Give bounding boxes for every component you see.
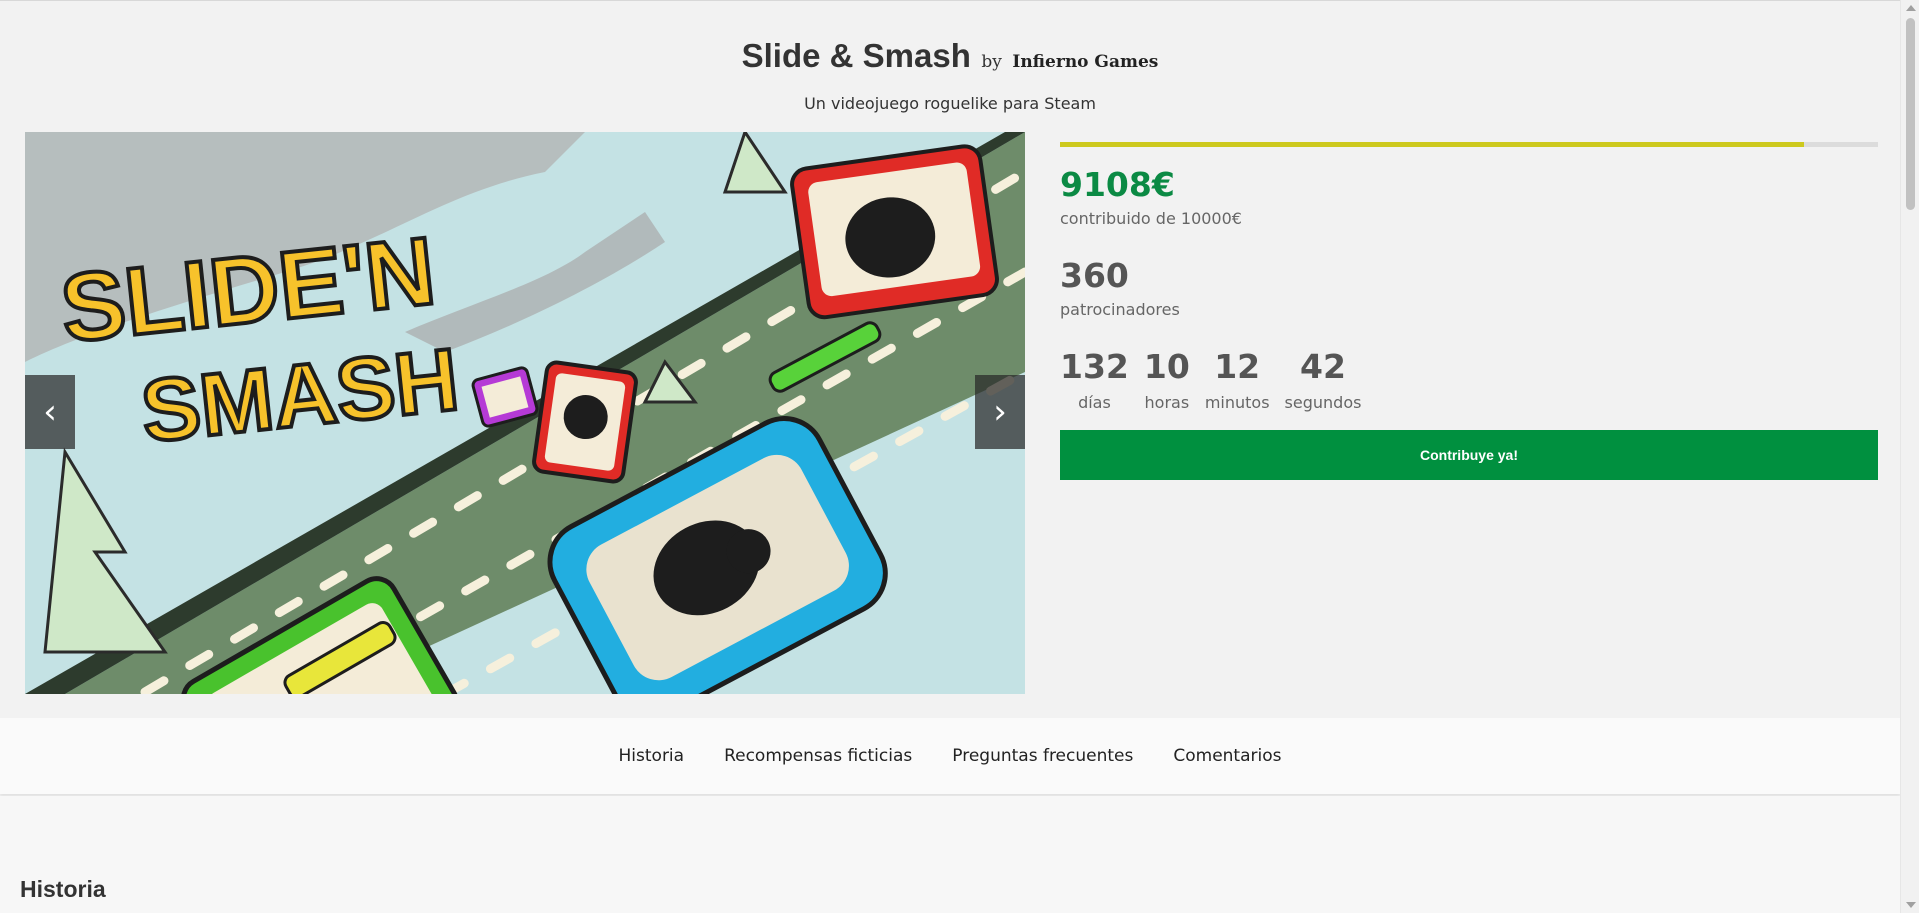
by-label: by (981, 52, 1002, 72)
scroll-down-icon[interactable] (1906, 902, 1916, 908)
project-subtitle: Un videojuego roguelike para Steam (804, 94, 1096, 113)
page-title: Slide & Smash (741, 37, 971, 74)
funding-progress-bar (1060, 142, 1878, 147)
section-tabs: Historia Recompensas ficticias Preguntas… (0, 718, 1900, 794)
page: Slide & Smash by Infierno Games Un video… (0, 0, 1900, 913)
countdown-hours: 10 horas (1144, 347, 1190, 412)
top-border (0, 0, 1900, 1)
tab-preguntas[interactable]: Preguntas frecuentes (952, 746, 1133, 766)
tab-historia[interactable]: Historia (619, 746, 685, 766)
tab-recompensas[interactable]: Recompensas ficticias (724, 746, 912, 766)
contribute-button[interactable]: Contribuye ya! (1060, 430, 1878, 480)
amount-goal-label: contribuido de 10000€ (1060, 209, 1242, 228)
countdown-value: 42 (1300, 347, 1346, 386)
campaign-stats: 9108€ contribuido de 10000€ 360 patrocin… (1060, 142, 1878, 480)
studio-name: Infierno Games (1012, 52, 1159, 72)
countdown-value: 12 (1214, 347, 1261, 386)
countdown-seconds: 42 segundos (1285, 347, 1362, 412)
carousel-next-button[interactable]: › (975, 375, 1025, 449)
backers-label: patrocinadores (1060, 300, 1180, 319)
tab-comentarios[interactable]: Comentarios (1173, 746, 1281, 766)
countdown-minutes: 12 minutos (1205, 347, 1270, 412)
project-header: Slide & Smash by Infierno Games Un video… (0, 36, 1900, 113)
countdown-timer: 132 días 10 horas 12 minutos 42 segundos (1060, 347, 1878, 412)
scroll-thumb[interactable] (1906, 18, 1915, 210)
title-line: Slide & Smash by Infierno Games (0, 36, 1900, 82)
page-scrollbar[interactable] (1900, 0, 1919, 913)
carousel-prev-button[interactable]: ‹ (25, 375, 75, 449)
scroll-up-icon[interactable] (1906, 5, 1916, 11)
backers-count: 360 (1060, 256, 1129, 295)
countdown-label: minutos (1204, 393, 1270, 412)
countdown-value: 132 (1060, 347, 1129, 386)
countdown-label: segundos (1284, 393, 1362, 412)
image-carousel[interactable]: SLIDE'N SMASH ‹ › (25, 132, 1025, 694)
countdown-label: horas (1144, 393, 1190, 412)
countdown-label: días (1078, 393, 1111, 412)
countdown-days: 132 días (1060, 347, 1129, 412)
countdown-value: 10 (1143, 347, 1190, 386)
game-artwork: SLIDE'N SMASH (25, 132, 1025, 694)
content-area: Historia (0, 796, 1900, 913)
funding-progress-fill (1060, 142, 1805, 147)
section-heading: Historia (20, 876, 106, 902)
amount-raised: 9108€ (1060, 165, 1175, 204)
